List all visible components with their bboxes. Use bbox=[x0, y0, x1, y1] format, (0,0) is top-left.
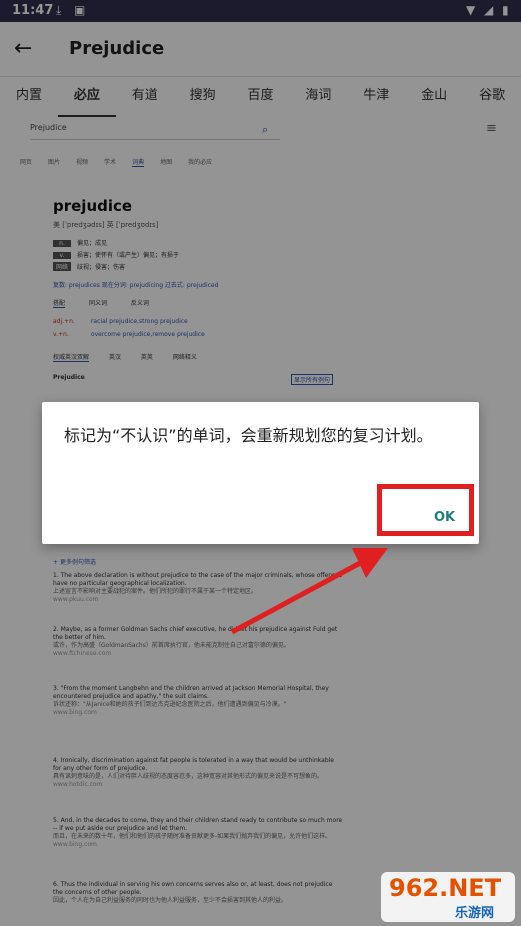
site-watermark: 962.NET 乐游网 bbox=[381, 872, 515, 922]
watermark-subtitle: 乐游网 bbox=[455, 906, 495, 921]
watermark-brand: 962.NET bbox=[389, 874, 502, 902]
annotation-arrow-icon bbox=[230, 548, 388, 635]
